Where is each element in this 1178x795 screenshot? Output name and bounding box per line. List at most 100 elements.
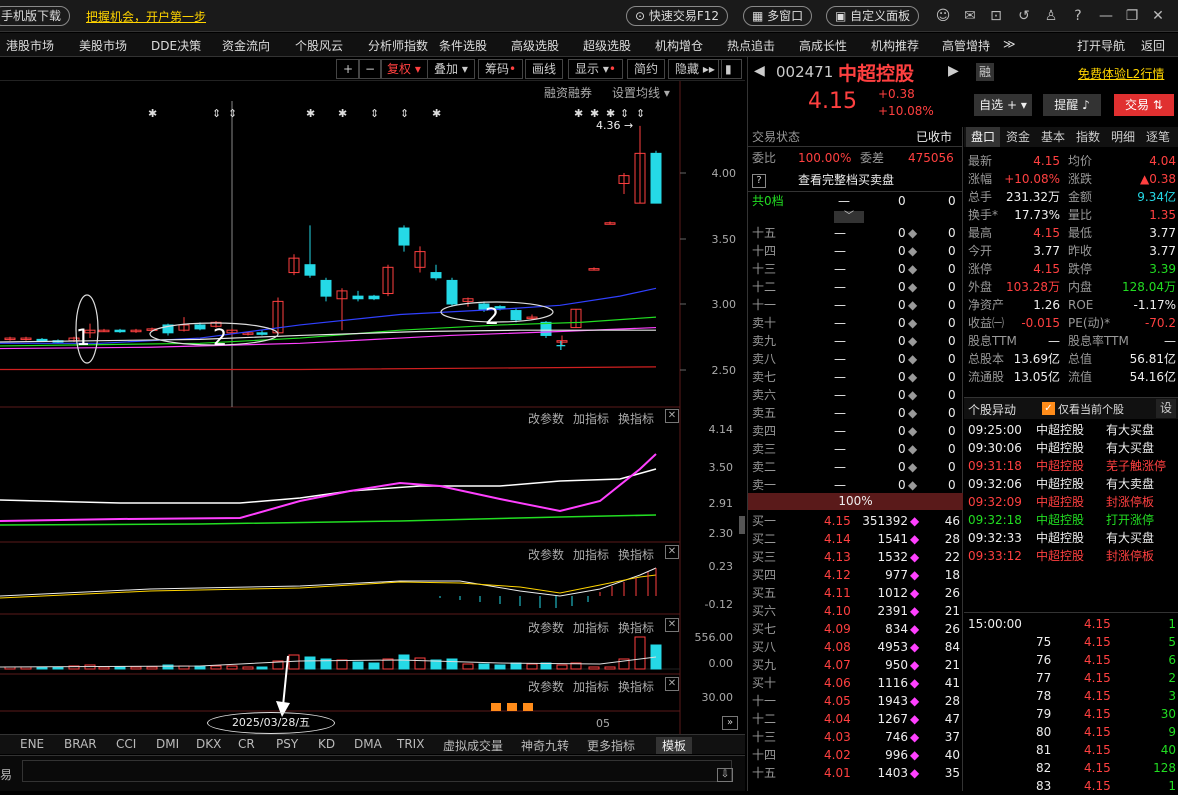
menu-open-nav[interactable]: 打开导航 — [1077, 37, 1125, 54]
menu-back[interactable]: 返回 — [1141, 37, 1165, 54]
scroll-end-button[interactable]: » — [722, 716, 738, 730]
expand-chevron-icon[interactable]: ﹀ — [834, 211, 864, 223]
tab-more[interactable]: 更多指标 — [587, 737, 635, 754]
tab-template[interactable]: 模板 — [656, 737, 693, 754]
menu-stock[interactable]: 个股风云 — [295, 37, 343, 54]
menu-flow[interactable]: 资金流向 — [222, 37, 270, 54]
tab-kd[interactable]: KD — [318, 737, 335, 751]
restore-button[interactable]: 复权 ▾ — [380, 59, 428, 79]
menu-growth[interactable]: 高成长性 — [799, 37, 847, 54]
tab-cr[interactable]: CR — [238, 737, 255, 751]
close-icon[interactable]: ✕ — [1150, 8, 1166, 24]
panel2-params[interactable]: 改参数 — [528, 546, 564, 563]
mail-icon[interactable]: ✉ — [962, 8, 978, 24]
next-stock-icon[interactable]: ▶ — [948, 63, 959, 79]
menu-dde[interactable]: DDE决策 — [151, 37, 201, 54]
event-stock: 中超控股 — [1036, 513, 1085, 527]
command-input[interactable] — [22, 760, 732, 782]
custom-panel-button[interactable]: ▣ 自定义面板 — [826, 6, 920, 26]
draw-button[interactable]: 画线 — [525, 59, 564, 79]
quote-tab[interactable]: 逐笔 — [1141, 127, 1175, 147]
help-icon[interactable]: ? — [1070, 8, 1086, 24]
fast-trade-button[interactable]: ⊙ 快速交易F12 — [626, 6, 729, 26]
tab-dmi[interactable]: DMI — [156, 737, 179, 751]
undo-icon[interactable]: ↺ — [1016, 8, 1032, 24]
download-icon[interactable]: ⇩ — [717, 768, 733, 782]
overlay-button[interactable]: 叠加 ▾ — [427, 59, 475, 79]
quote-tab[interactable]: 资金 — [1001, 127, 1035, 147]
l2-trial-link[interactable]: 免费体验L2行情 — [1078, 65, 1164, 82]
signal-bar — [507, 703, 517, 711]
restore-icon[interactable]: ❐ — [1124, 8, 1140, 24]
menu-exec[interactable]: 高管增持 — [942, 37, 990, 54]
add-watchlist-button[interactable]: 自选 + ▾ — [974, 94, 1032, 116]
total-levels-dash: — — [838, 194, 850, 208]
help-icon[interactable]: ? — [752, 174, 766, 188]
remind-button[interactable]: 提醒 ♪ — [1043, 94, 1101, 116]
minimize-icon[interactable]: — — [1098, 8, 1114, 24]
panel4-params[interactable]: 改参数 — [528, 678, 564, 695]
quote-tab[interactable]: 指数 — [1071, 127, 1105, 147]
panel2-close-icon[interactable]: ✕ — [665, 545, 679, 559]
hide-button[interactable]: 隐藏 ▸▸ — [668, 59, 722, 79]
menu-condition[interactable]: 条件选股 — [439, 37, 487, 54]
multi-window-button[interactable]: ▦ 多窗口 — [743, 6, 813, 26]
panel4-close-icon[interactable]: ✕ — [665, 677, 679, 691]
tab-trix[interactable]: TRIX — [397, 737, 424, 751]
panel4-switch[interactable]: 换指标 — [618, 678, 654, 695]
quote-tab[interactable]: 明细 — [1106, 127, 1140, 147]
tab-virtual-volume[interactable]: 虚拟成交量 — [443, 737, 503, 754]
only-current-checkbox[interactable]: ✓ — [1042, 402, 1055, 415]
trade-button[interactable]: 交易 ⇅ — [1114, 94, 1174, 116]
lock-icon[interactable]: ⊡ — [988, 8, 1004, 24]
mobile-download-button[interactable]: 手机版下载 — [0, 6, 71, 26]
menu-us[interactable]: 美股市场 — [79, 37, 127, 54]
panel2-add[interactable]: 加指标 — [573, 546, 609, 563]
ma-setting-link[interactable]: 设置均线 ▾ — [612, 84, 670, 101]
user-icon[interactable]: ☺ — [935, 8, 951, 24]
menu-hk[interactable]: 港股市场 — [6, 37, 54, 54]
panel1-close-icon[interactable]: ✕ — [665, 409, 679, 423]
tab-psy[interactable]: PSY — [276, 737, 298, 751]
panel4-add[interactable]: 加指标 — [573, 678, 609, 695]
panel3-switch[interactable]: 换指标 — [618, 619, 654, 636]
panel3-close-icon[interactable]: ✕ — [665, 618, 679, 632]
kline-chart[interactable]: ✱ ⇕ ⇕ ✱ ✱ ⇕ ⇕ ✱ ✱ ✱ ✱ ⇕ ⇕+ — [0, 81, 745, 734]
chips-button[interactable]: 筹码• — [478, 59, 524, 79]
splitter-handle[interactable] — [739, 516, 745, 534]
quote-tab[interactable]: 盘口 — [966, 127, 1000, 147]
display-button[interactable]: 显示 ▾• — [568, 59, 623, 79]
shirt-icon[interactable]: ♙ — [1043, 8, 1059, 24]
tab-brar[interactable]: BRAR — [64, 737, 97, 751]
menu-super[interactable]: 超级选股 — [583, 37, 631, 54]
promo-link[interactable]: 把握机会，开户第一步 — [86, 8, 206, 25]
menu-more[interactable]: ≫ — [1003, 37, 1016, 51]
margin-link[interactable]: 融资融券 — [544, 84, 592, 101]
prev-stock-icon[interactable]: ◀ — [754, 63, 765, 79]
panel1-switch[interactable]: 换指标 — [618, 410, 654, 427]
sell-level-price: — — [834, 478, 846, 492]
tab-dkx[interactable]: DKX — [196, 737, 221, 751]
panel1-params[interactable]: 改参数 — [528, 410, 564, 427]
simple-button[interactable]: 简约 — [627, 59, 666, 79]
tab-cci[interactable]: CCI — [116, 737, 136, 751]
menu-inst[interactable]: 机构增仓 — [655, 37, 703, 54]
tab-ene[interactable]: ENE — [20, 737, 44, 751]
zoom-out-button[interactable]: − — [358, 59, 383, 79]
panel3-params[interactable]: 改参数 — [528, 619, 564, 636]
quote-tab[interactable]: 基本 — [1036, 127, 1070, 147]
tick-price: 4.15 — [1084, 707, 1111, 721]
panel3-add[interactable]: 加指标 — [573, 619, 609, 636]
panel1-add[interactable]: 加指标 — [573, 410, 609, 427]
menu-hot[interactable]: 热点追击 — [727, 37, 775, 54]
abnormal-settings-button[interactable]: 设 — [1156, 399, 1176, 418]
panel-toggle-button[interactable]: ▮ — [718, 59, 742, 79]
zoom-in-button[interactable]: + — [336, 59, 361, 79]
menu-advanced[interactable]: 高级选股 — [511, 37, 559, 54]
tab-magic-nine[interactable]: 神奇九转 — [521, 737, 569, 754]
menu-analyst[interactable]: 分析师指数 — [368, 37, 428, 54]
panel2-switch[interactable]: 换指标 — [618, 546, 654, 563]
tab-dma[interactable]: DMA — [354, 737, 382, 751]
menu-recommend[interactable]: 机构推荐 — [871, 37, 919, 54]
trade-short-label[interactable]: 易 — [0, 766, 12, 783]
